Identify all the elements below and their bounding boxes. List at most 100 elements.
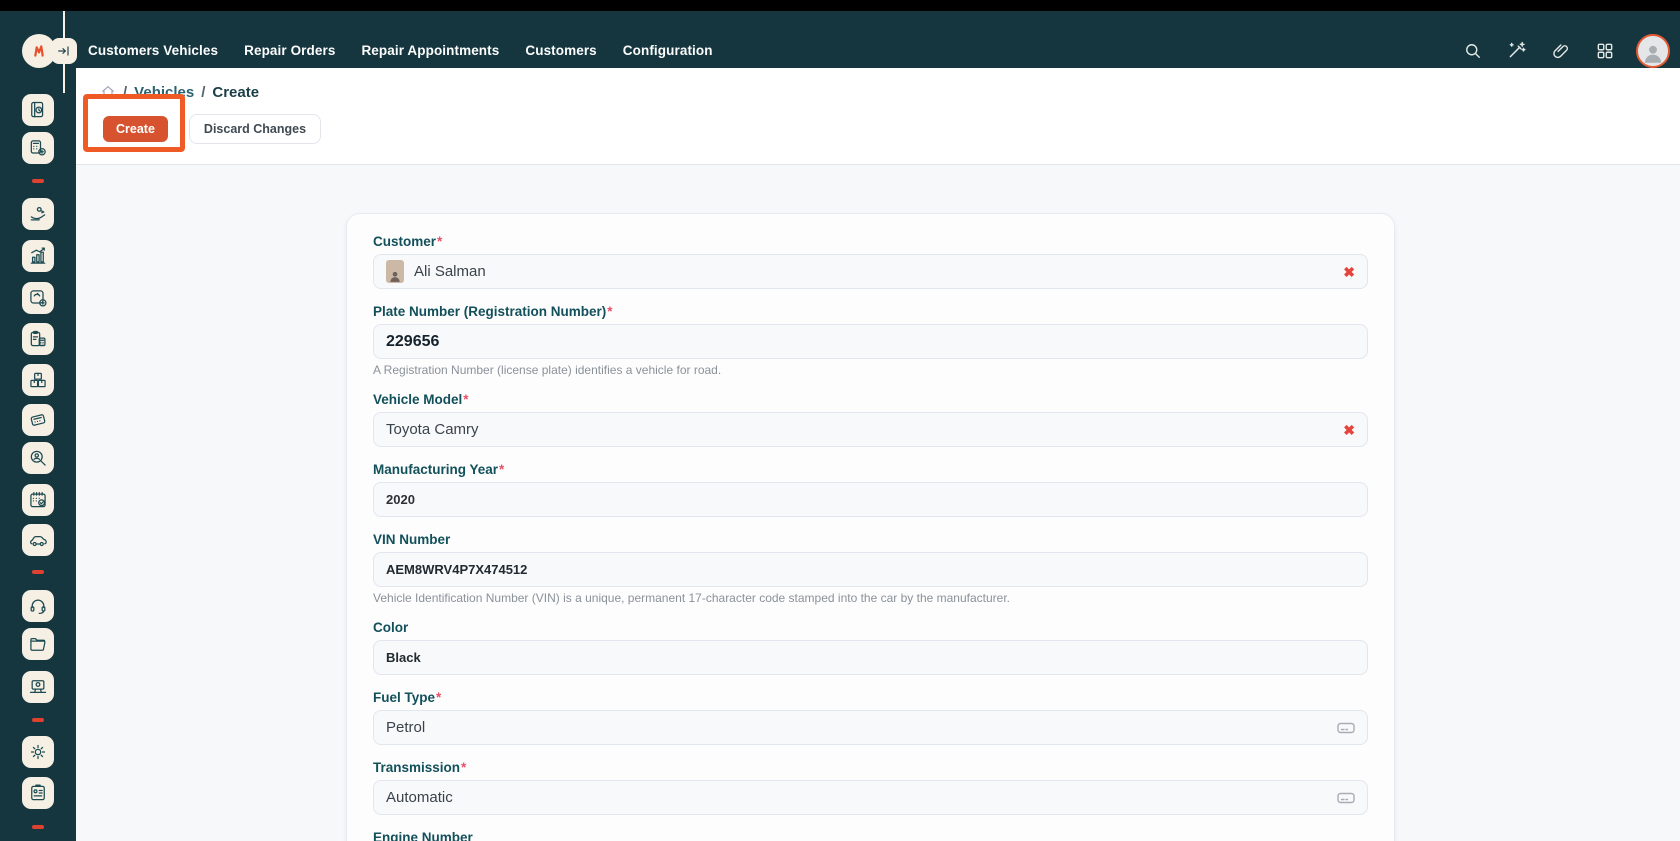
top-navbar: Customers Vehicles Repair Orders Repair … <box>0 11 1680 68</box>
breadcrumb-separator: / <box>123 84 127 101</box>
sidebar-app-laptop-session[interactable] <box>22 671 54 703</box>
brand-mark-icon <box>28 40 50 62</box>
vehicle-model-input[interactable]: Toyota Camry ✖ <box>373 412 1368 447</box>
select-pill-icon <box>1337 722 1355 734</box>
search-icon <box>1463 41 1483 61</box>
menu-customers[interactable]: Customers <box>525 43 596 58</box>
vehicle-model-label: Vehicle Model <box>373 392 462 407</box>
settings-gear-icon <box>28 742 48 762</box>
search-button[interactable] <box>1456 34 1489 67</box>
field-manufacturing-year: Manufacturing Year* <box>373 462 1368 517</box>
journal-clock-icon <box>28 100 48 120</box>
apps-switcher-button[interactable] <box>1588 34 1621 67</box>
sidebar-app-calendar-check[interactable] <box>22 484 54 516</box>
car-icon <box>28 530 48 550</box>
sidebar-app-growth-chart[interactable] <box>22 240 54 272</box>
top-menu: Customers Vehicles Repair Orders Repair … <box>88 22 713 79</box>
manufacturing-year-input[interactable] <box>373 482 1368 517</box>
sidebar-app-hand-care[interactable] <box>22 198 54 230</box>
sidebar-app-scale-add[interactable] <box>22 282 54 314</box>
sidebar-app-pos-terminal[interactable] <box>22 404 54 436</box>
fuel-type-value: Petrol <box>386 719 425 736</box>
vehicle-form-card: Customer* Ali Salman ✖ Plate Number (Reg… <box>346 213 1395 841</box>
hand-care-icon <box>28 204 48 224</box>
sidebar-app-car[interactable] <box>22 524 54 556</box>
field-color: Color <box>373 620 1368 675</box>
field-plate-number: Plate Number (Registration Number)* A Re… <box>373 304 1368 377</box>
sidebar-app-folder-docs[interactable] <box>22 628 54 660</box>
vehicle-model-value: Toyota Camry <box>386 421 479 438</box>
customer-search-icon <box>28 448 48 468</box>
field-vin-number: VIN Number Vehicle Identification Number… <box>373 532 1368 605</box>
breadcrumb-vehicles-link[interactable]: Vehicles <box>134 84 194 101</box>
menu-repair-orders[interactable]: Repair Orders <box>244 43 335 58</box>
sidebar-app-headset-support[interactable] <box>22 590 54 622</box>
sidebar-app-clipboard-calculator[interactable] <box>22 323 54 355</box>
calendar-check-icon <box>28 490 48 510</box>
clear-x-icon[interactable]: ✖ <box>1343 265 1355 279</box>
menu-customers-vehicles[interactable]: Customers Vehicles <box>88 43 218 58</box>
sidebar-app-settings[interactable] <box>22 736 54 768</box>
create-button-wrapper: Create <box>103 116 168 142</box>
headset-support-icon <box>28 596 48 616</box>
fuel-type-select[interactable]: Petrol <box>373 710 1368 745</box>
top-black-bar <box>0 0 1680 11</box>
calculator-coin-icon <box>28 138 48 158</box>
required-asterisk: * <box>499 462 504 477</box>
breadcrumb-separator: / <box>201 84 205 101</box>
clear-x-icon[interactable]: ✖ <box>1343 423 1355 437</box>
scale-add-icon <box>28 288 48 308</box>
sidebar-app-id-clipboard[interactable] <box>22 777 54 809</box>
sidebar-separator <box>32 570 44 574</box>
transmission-select[interactable]: Automatic <box>373 780 1368 815</box>
person-icon <box>1640 40 1666 66</box>
customer-input[interactable]: Ali Salman ✖ <box>373 254 1368 289</box>
sidebar-app-calculator-coin[interactable] <box>22 132 54 164</box>
vin-number-help: Vehicle Identification Number (VIN) is a… <box>373 592 1368 605</box>
required-asterisk: * <box>607 304 612 319</box>
breadcrumb: / Vehicles / Create <box>100 82 1680 102</box>
color-label: Color <box>373 620 408 635</box>
sidebar-separator <box>32 179 44 183</box>
engine-number-label: Engine Number <box>373 830 473 841</box>
field-vehicle-model: Vehicle Model* Toyota Camry ✖ <box>373 392 1368 447</box>
sidebar-toggle-button[interactable] <box>51 38 77 64</box>
user-avatar[interactable] <box>1636 34 1670 68</box>
id-clipboard-icon <box>28 783 48 803</box>
pos-terminal-icon <box>28 410 48 430</box>
field-engine-number: Engine Number <box>373 830 1368 841</box>
menu-repair-appointments[interactable]: Repair Appointments <box>361 43 499 58</box>
color-input[interactable] <box>373 640 1368 675</box>
sidebar-app-journal-clock[interactable] <box>22 94 54 126</box>
plate-number-label: Plate Number (Registration Number) <box>373 304 606 319</box>
discard-changes-button[interactable]: Discard Changes <box>189 114 321 144</box>
growth-chart-icon <box>28 246 48 266</box>
person-photo-icon <box>388 269 402 283</box>
arrow-to-bar-icon <box>56 43 72 59</box>
sidebar-app-customer-search[interactable] <box>22 442 54 474</box>
breadcrumb-home-link[interactable] <box>100 84 116 100</box>
app-sidebar <box>0 68 76 841</box>
sidebar-app-packages[interactable] <box>22 364 54 396</box>
transmission-label: Transmission <box>373 760 460 775</box>
select-pill-icon <box>1337 792 1355 804</box>
plate-number-input[interactable] <box>373 324 1368 359</box>
manufacturing-year-label: Manufacturing Year <box>373 462 498 477</box>
attachment-button[interactable] <box>1544 34 1577 67</box>
create-button[interactable]: Create <box>103 116 168 142</box>
vin-number-label: VIN Number <box>373 532 450 547</box>
required-asterisk: * <box>461 760 466 775</box>
required-asterisk: * <box>463 392 468 407</box>
magic-wand-button[interactable] <box>1500 34 1533 67</box>
required-asterisk: * <box>437 234 442 249</box>
required-asterisk: * <box>436 690 441 705</box>
sidebar-separator <box>32 718 44 722</box>
sidebar-separator <box>32 825 44 829</box>
vin-number-input[interactable] <box>373 552 1368 587</box>
customer-label: Customer <box>373 234 436 249</box>
customer-avatar-thumb <box>386 260 404 283</box>
menu-configuration[interactable]: Configuration <box>623 43 713 58</box>
customer-value: Ali Salman <box>414 263 486 280</box>
magic-wand-icon <box>1506 40 1527 61</box>
folder-docs-icon <box>28 634 48 654</box>
